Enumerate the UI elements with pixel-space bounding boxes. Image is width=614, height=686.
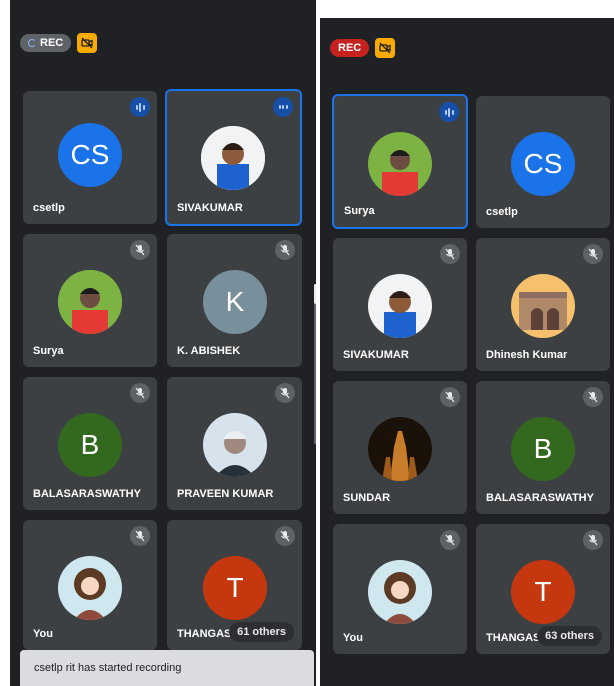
participant-tile-active[interactable]: SIVAKUMAR xyxy=(165,89,302,226)
participant-name: PRAVEEN KUMAR xyxy=(177,488,274,500)
avatar-initials: B xyxy=(533,433,553,464)
meet-panel-right: REC Surya CS csetlp SIVAKUMAR Dhinesh Ku… xyxy=(320,18,614,686)
participant-tile[interactable]: SUNDAR xyxy=(333,381,467,514)
participant-tile[interactable]: T THANGAS 61 others xyxy=(167,520,302,650)
participant-tile-self[interactable]: You xyxy=(23,520,157,650)
avatar: K xyxy=(203,270,267,334)
mic-off-icon xyxy=(275,526,295,546)
others-count-badge[interactable]: 61 others xyxy=(229,622,294,642)
mic-off-icon xyxy=(583,530,603,550)
participant-name: SUNDAR xyxy=(343,492,391,504)
avatar-photo xyxy=(368,417,432,481)
avatar-photo xyxy=(368,274,432,338)
avatar-initials: T xyxy=(226,572,244,603)
recording-badge[interactable]: REC xyxy=(20,34,72,52)
participant-tile[interactable]: SIVAKUMAR xyxy=(333,238,467,371)
participant-tile[interactable]: Dhinesh Kumar xyxy=(476,238,610,371)
participant-tile-self[interactable]: You xyxy=(333,524,467,654)
avatar: CS xyxy=(58,123,122,187)
avatar-photo xyxy=(203,413,267,477)
mic-off-icon xyxy=(130,240,150,260)
participant-name: K. ABISHEK xyxy=(177,345,241,357)
avatar-photo xyxy=(368,132,432,196)
speaking-indicator-icon xyxy=(130,97,150,117)
speaking-indicator-icon xyxy=(273,97,293,117)
participant-tile[interactable]: CS csetlp xyxy=(476,96,610,228)
participant-name: BALASARASWATHY xyxy=(486,492,594,504)
avatar-photo xyxy=(58,270,122,334)
mic-off-icon xyxy=(583,244,603,264)
participant-tile[interactable]: K K. ABISHEK xyxy=(167,234,302,367)
meet-panel-left: REC CS csetlp SIVAKUMAR Surya K K. ABISH… xyxy=(10,0,316,686)
participant-name: SIVAKUMAR xyxy=(343,349,409,361)
recording-indicator-icon xyxy=(28,39,36,47)
avatar-photo xyxy=(511,274,575,338)
mic-off-icon xyxy=(275,383,295,403)
mic-off-icon xyxy=(130,383,150,403)
participant-name: Surya xyxy=(33,345,64,357)
avatar-photo xyxy=(368,560,432,624)
participant-name: You xyxy=(343,632,363,644)
participant-name: THANGAS xyxy=(177,628,232,640)
participant-tile[interactable]: T THANGAS 63 others xyxy=(476,524,610,654)
others-count-badge[interactable]: 63 others xyxy=(537,626,602,646)
participant-name: SIVAKUMAR xyxy=(177,202,243,214)
participant-tile[interactable]: CS csetlp xyxy=(23,91,157,224)
avatar-photo xyxy=(201,126,265,190)
participant-name: THANGAS xyxy=(486,632,541,644)
recording-badge[interactable]: REC xyxy=(330,39,370,57)
top-bar: REC xyxy=(20,33,98,53)
participant-name: Dhinesh Kumar xyxy=(486,349,568,361)
participant-name: You xyxy=(33,628,53,640)
mic-off-icon xyxy=(275,240,295,260)
avatar-initials: CS xyxy=(523,148,563,179)
recording-label: REC xyxy=(40,37,64,49)
avatar: T xyxy=(511,560,575,624)
participant-name: csetlp xyxy=(486,206,518,218)
avatar: T xyxy=(203,556,267,620)
mic-off-icon xyxy=(440,387,460,407)
mic-off-icon xyxy=(440,244,460,264)
avatar: B xyxy=(58,413,122,477)
participant-tile[interactable]: B BALASARASWATHY xyxy=(23,377,157,510)
top-bar: REC xyxy=(330,38,396,58)
avatar-initials: B xyxy=(80,429,100,460)
avatar-initials: T xyxy=(534,576,552,607)
participant-tile[interactable]: Surya xyxy=(23,234,157,367)
camera-off-icon[interactable] xyxy=(375,38,396,58)
avatar-photo xyxy=(58,556,122,620)
recording-label: REC xyxy=(338,42,362,54)
participant-tile-active[interactable]: Surya xyxy=(332,94,468,229)
camera-off-icon[interactable] xyxy=(77,33,98,53)
mic-off-icon xyxy=(583,387,603,407)
mic-off-icon xyxy=(440,530,460,550)
scrollbar-thumb[interactable] xyxy=(314,284,316,304)
mic-off-icon xyxy=(130,526,150,546)
participant-name: Surya xyxy=(344,205,375,217)
participant-name: csetlp xyxy=(33,202,65,214)
scrollbar-track[interactable] xyxy=(314,304,316,444)
recording-toast: csetlp rit has started recording xyxy=(20,650,314,686)
participant-tile[interactable]: B BALASARASWATHY xyxy=(476,381,610,514)
participant-tile[interactable]: PRAVEEN KUMAR xyxy=(167,377,302,510)
speaking-indicator-icon xyxy=(439,102,459,122)
avatar: B xyxy=(511,417,575,481)
avatar: CS xyxy=(511,132,575,196)
avatar-initials: K xyxy=(225,286,245,317)
participant-name: BALASARASWATHY xyxy=(33,488,141,500)
avatar-initials: CS xyxy=(70,139,110,170)
